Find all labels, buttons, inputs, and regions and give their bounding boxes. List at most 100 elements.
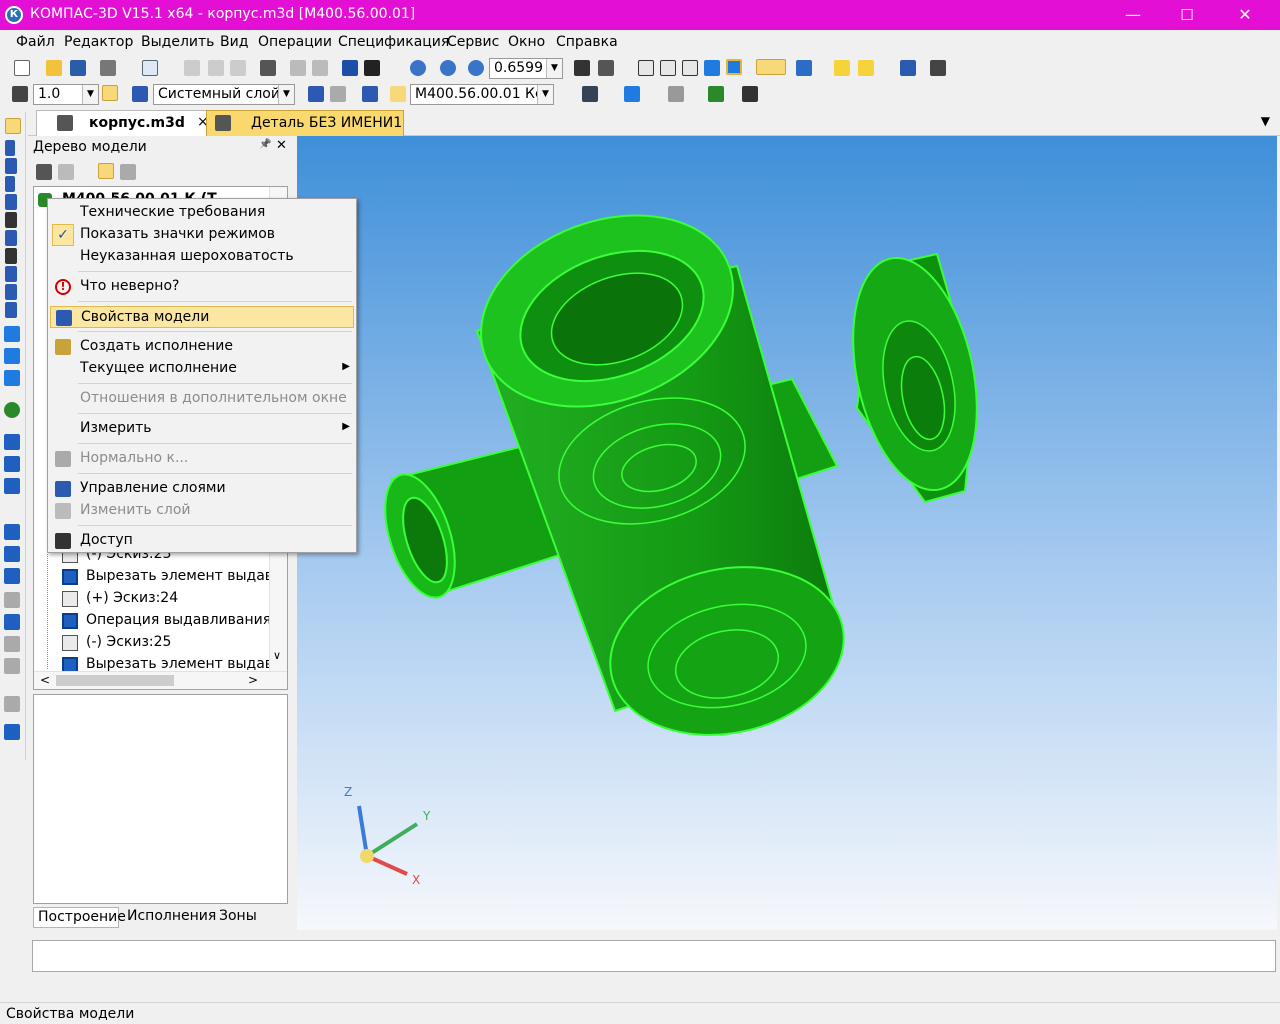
menu-item-1[interactable]: ✓ Показать значки режимов [50, 224, 354, 246]
dimensions-icon[interactable] [5, 212, 17, 228]
close-button[interactable]: ✕ [1222, 0, 1268, 30]
report-icon[interactable] [5, 266, 17, 282]
assembly-icon[interactable] [858, 60, 874, 76]
shell-panel-icon[interactable] [4, 478, 20, 494]
new-document-icon[interactable] [14, 60, 30, 76]
mcx-icon[interactable] [668, 86, 684, 102]
tab-korpus[interactable]: корпус.m3d × [36, 110, 230, 136]
selection-mode-icon[interactable] [796, 60, 812, 76]
menu-item-13[interactable]: Измерить ▶ [50, 418, 354, 440]
chevron-down-icon[interactable]: ▼ [278, 85, 294, 104]
measure-panel-icon[interactable] [5, 284, 17, 300]
menu-operations[interactable]: Операции [258, 34, 332, 50]
axis-icon[interactable] [362, 86, 378, 102]
save-icon[interactable] [70, 60, 86, 76]
menu-item-20[interactable]: Доступ [50, 530, 354, 552]
tree-hscrollbar[interactable]: < > [34, 671, 287, 689]
menu-file[interactable]: Файл [16, 34, 55, 50]
undo-icon[interactable] [290, 60, 306, 76]
zoom-all-icon[interactable] [440, 60, 456, 76]
maximize-button[interactable]: ☐ [1164, 0, 1210, 30]
color-icon[interactable] [582, 86, 598, 102]
tab-detail[interactable]: Деталь БЕЗ ИМЕНИ1 [206, 110, 404, 136]
bottom-tool-icon[interactable] [4, 724, 20, 740]
shaded-icon[interactable] [704, 60, 720, 76]
sheet-metal-icon[interactable] [5, 302, 17, 318]
pin-icon[interactable]: 📌 [259, 139, 271, 150]
zoom-icon[interactable] [468, 60, 484, 76]
chamfer-panel-icon[interactable] [4, 456, 20, 472]
layer-combo[interactable]: Системный слой ▼ [153, 84, 295, 105]
chevron-down-icon[interactable]: ▼ [546, 59, 562, 78]
arrays-icon[interactable] [5, 176, 15, 192]
pattern-panel-icon[interactable] [4, 546, 20, 562]
scroll-left-icon[interactable]: < [40, 673, 50, 687]
calculate-icon[interactable] [708, 86, 724, 102]
tree-order-icon[interactable] [98, 163, 114, 179]
text-icon[interactable] [742, 86, 758, 102]
rib-panel-icon[interactable] [4, 568, 20, 584]
loft-panel-icon[interactable] [4, 370, 20, 386]
menu-view[interactable]: Вид [220, 34, 248, 50]
rotate-icon[interactable] [574, 60, 590, 76]
menu-item-8[interactable]: Создать исполнение [50, 336, 354, 358]
material-icon[interactable] [624, 86, 640, 102]
measure-icon[interactable] [930, 60, 946, 76]
redo-icon[interactable] [312, 60, 328, 76]
scroll-thumb[interactable] [56, 675, 174, 686]
menu-item-17[interactable]: Управление слоями [50, 478, 354, 500]
open-icon[interactable] [46, 60, 62, 76]
scroll-right-icon[interactable]: > [248, 673, 258, 687]
sketch-edit-icon[interactable] [330, 86, 346, 102]
menu-item-0[interactable]: Технические требования [50, 202, 354, 224]
orient-icon[interactable] [598, 60, 614, 76]
menu-item-4[interactable]: ! Что неверно? [50, 276, 354, 298]
aux-geometry-icon[interactable] [5, 194, 17, 210]
lock-icon[interactable] [4, 696, 20, 712]
menu-item-9[interactable]: Текущее исполнение ▶ [50, 358, 354, 380]
model-viewport[interactable]: Z Y X [297, 136, 1277, 930]
filter-icon[interactable] [5, 230, 17, 246]
minimize-button[interactable]: — [1110, 0, 1156, 30]
tree-structure-icon[interactable] [58, 164, 74, 180]
rotate-panel-icon[interactable] [4, 348, 20, 364]
selection-filter-icon[interactable] [756, 59, 786, 75]
cut-panel-icon[interactable] [4, 434, 20, 450]
paste-icon[interactable] [230, 60, 246, 76]
zoom-combo[interactable]: 0.6599 ▼ [489, 58, 563, 79]
tree-view-icon[interactable] [36, 164, 52, 180]
designation-combo[interactable]: М400.56.00.01 Кс ▼ [410, 84, 554, 105]
library-icon[interactable] [900, 60, 916, 76]
hidden-lines-icon[interactable] [660, 60, 676, 76]
hole-panel-icon[interactable] [4, 614, 20, 630]
tab-zones[interactable]: Зоны [219, 908, 257, 924]
command-bar[interactable] [32, 940, 1276, 972]
menu-specification[interactable]: Спецификация [338, 34, 449, 50]
menu-item-2[interactable]: Неуказанная шероховатость [50, 246, 354, 268]
editing-panel-icon[interactable] [5, 118, 21, 134]
cut-icon[interactable] [184, 60, 200, 76]
panel-close-icon[interactable]: ✕ [276, 138, 287, 153]
wireframe-icon[interactable] [638, 60, 654, 76]
scroll-down-icon[interactable]: ∨ [273, 649, 281, 662]
sketch-icon[interactable] [308, 86, 324, 102]
zoom-window-icon[interactable] [410, 60, 426, 76]
curves-icon[interactable] [5, 140, 15, 156]
menu-item-6[interactable]: Свойства модели [50, 306, 354, 328]
mirror-panel-icon[interactable] [4, 524, 20, 540]
menu-edit[interactable]: Редактор [64, 34, 133, 50]
chevron-down-icon[interactable]: ▼ [537, 85, 553, 104]
shaded-edges-icon[interactable] [726, 59, 742, 75]
manager-icon[interactable] [342, 60, 358, 76]
menu-window[interactable]: Окно [508, 34, 545, 50]
part-icon[interactable] [834, 60, 850, 76]
tab-build[interactable]: Построение [33, 907, 126, 928]
step-combo[interactable]: 1.0 ▼ [33, 84, 99, 105]
tabs-overflow-icon[interactable]: ▼ [1261, 114, 1270, 128]
color-panel-icon[interactable] [4, 402, 20, 418]
properties-list-icon[interactable] [260, 60, 276, 76]
chevron-down-icon[interactable]: ▼ [82, 85, 98, 104]
thin-lines-icon[interactable] [682, 60, 698, 76]
surfaces-icon[interactable] [5, 158, 17, 174]
menu-service[interactable]: Сервис [447, 34, 499, 50]
